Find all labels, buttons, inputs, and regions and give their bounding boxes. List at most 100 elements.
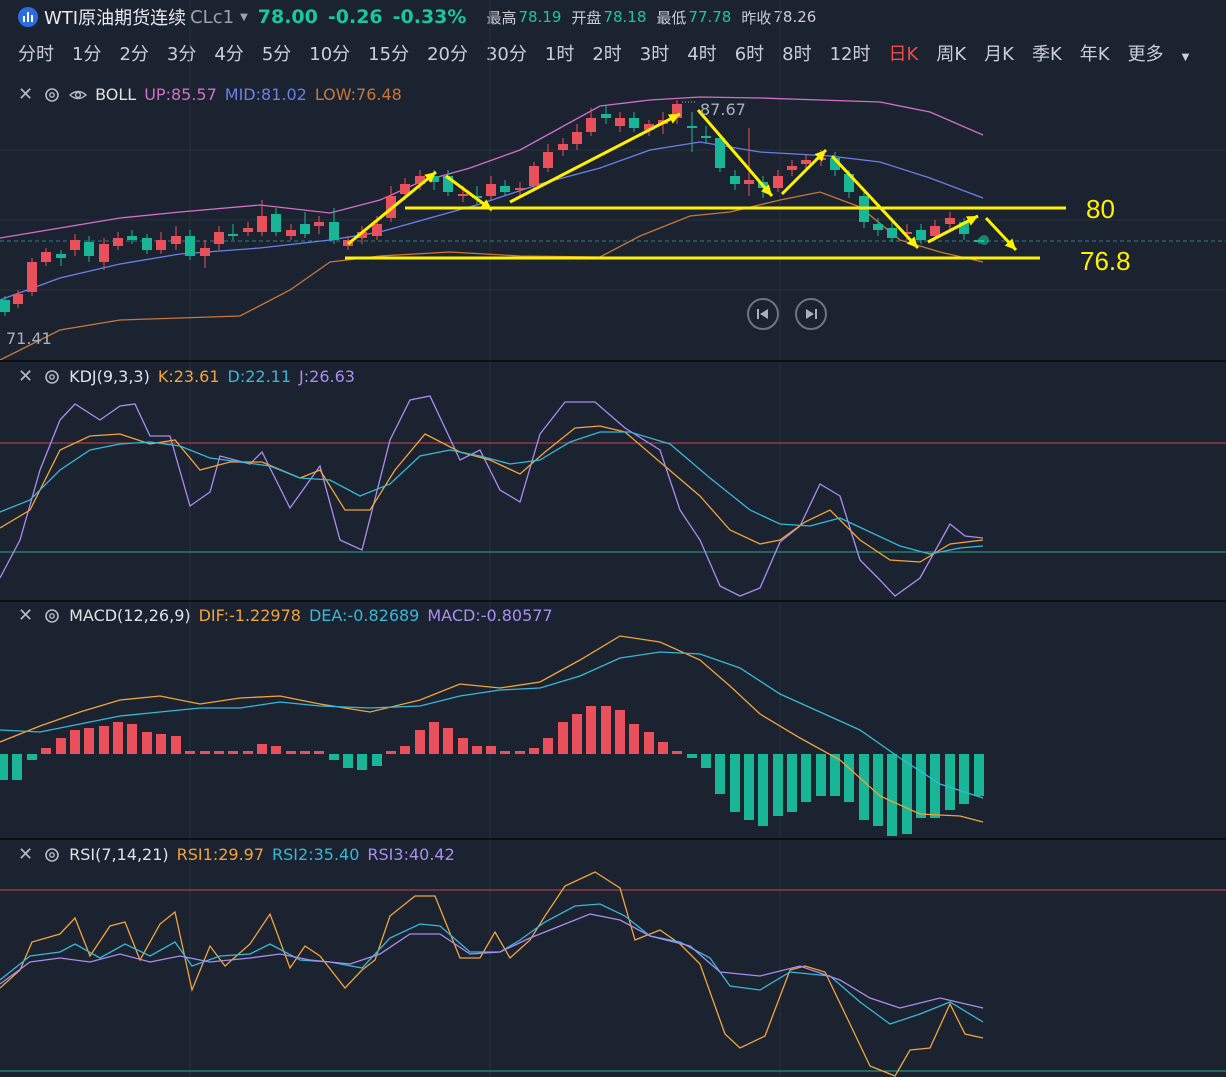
macd-histogram-bar	[357, 754, 367, 770]
eye-icon[interactable]	[69, 86, 88, 104]
macd-histogram-bar	[715, 754, 725, 794]
candle-body	[27, 262, 37, 292]
candle-body	[214, 232, 224, 244]
candle-body	[300, 224, 310, 234]
candle-body	[586, 118, 596, 132]
macd-histogram-bar	[500, 751, 510, 754]
close-icon[interactable]: ✕	[18, 844, 33, 865]
close-icon[interactable]: ✕	[18, 84, 33, 105]
candle-body	[916, 230, 926, 240]
candle-body	[515, 188, 525, 190]
close-icon[interactable]: ✕	[18, 605, 33, 626]
chart-canvas[interactable]	[0, 0, 1226, 1077]
candle-body	[787, 166, 797, 170]
macd-histogram-bar	[801, 754, 811, 802]
candle-body	[257, 216, 267, 232]
macd-histogram-bar	[185, 751, 195, 754]
macd-histogram-bar	[758, 754, 768, 826]
macd-histogram-bar	[744, 754, 754, 820]
macd-histogram-bar	[27, 754, 37, 760]
rsi-1-line	[0, 871, 984, 1077]
kdj-j-line	[0, 395, 984, 597]
candle-body	[801, 160, 811, 164]
candle-body	[286, 230, 296, 236]
candle-body	[113, 238, 123, 246]
annotation-level-80: 80	[1086, 194, 1115, 224]
macd-histogram-bar	[300, 751, 310, 754]
macd-histogram-bar	[730, 754, 740, 812]
macd-histogram-bar	[701, 754, 711, 768]
gear-icon[interactable]	[43, 86, 61, 104]
kdj-d-value: D:22.11	[227, 367, 292, 386]
macd-histogram-bar	[945, 754, 955, 810]
macd-histogram-bar	[472, 746, 482, 754]
macd-histogram-bar	[916, 754, 926, 818]
candle-body	[572, 132, 582, 144]
panel-divider[interactable]	[0, 360, 1226, 362]
macd-histogram-bar	[859, 754, 869, 820]
kdj-j-value: J:26.63	[299, 367, 355, 386]
macd-histogram-bar	[243, 751, 253, 754]
macd-lines	[0, 635, 984, 836]
macd-histogram-bar	[415, 730, 425, 754]
macd-histogram-bar	[629, 724, 639, 754]
boll-mid-value: MID:81.02	[224, 85, 307, 104]
scroll-back-button[interactable]	[747, 298, 779, 330]
macd-histogram-bar	[429, 722, 439, 754]
annotation-level-76-8: 76.8	[1080, 246, 1131, 276]
macd-histogram-bar	[443, 728, 453, 754]
macd-histogram-bar	[644, 732, 654, 754]
macd-histogram-bar	[902, 754, 912, 834]
macd-title: MACD(12,26,9)	[69, 606, 191, 625]
skip-forward-icon	[806, 309, 817, 319]
candle-body	[56, 254, 66, 258]
candle-body	[400, 184, 410, 194]
candle-body	[701, 136, 711, 138]
macd-histogram-bar	[816, 754, 826, 796]
macd-histogram-bar	[314, 751, 324, 754]
scroll-forward-button[interactable]	[795, 298, 827, 330]
macd-dif-value: DIF:-1.22978	[198, 606, 301, 625]
candle-body	[185, 236, 195, 256]
macd-histogram-bar	[543, 738, 553, 754]
close-icon[interactable]: ✕	[18, 366, 33, 387]
macd-legend: ✕ MACD(12,26,9) DIF:-1.22978 DEA:-0.8268…	[18, 605, 561, 626]
macd-histogram-bar	[787, 754, 797, 812]
macd-histogram-bar	[0, 754, 8, 780]
candle-body	[773, 176, 783, 188]
candle-body	[715, 138, 725, 168]
boll-title: BOLL	[95, 85, 137, 104]
candle-body	[156, 240, 166, 250]
gear-icon[interactable]	[43, 607, 61, 625]
candle-body	[372, 224, 382, 236]
candle-body	[687, 126, 697, 128]
kdj-title: KDJ(9,3,3)	[69, 367, 150, 386]
macd-histogram-bar	[113, 722, 123, 754]
macd-histogram-bar	[12, 754, 22, 780]
candle-body	[558, 144, 568, 150]
macd-histogram-bar	[830, 754, 840, 796]
candle-body	[127, 236, 137, 240]
candle-body	[70, 240, 80, 250]
candle-body	[629, 118, 639, 128]
macd-histogram-bar	[257, 744, 267, 754]
candle-body	[99, 244, 109, 262]
macd-histogram-bar	[586, 706, 596, 754]
macd-histogram-bar	[672, 751, 682, 754]
candle-body	[601, 114, 611, 118]
macd-histogram-bar	[458, 738, 468, 754]
macd-histogram-bar	[400, 746, 410, 754]
rsi-1-value: RSI1:29.97	[176, 845, 265, 864]
candle-body	[500, 186, 510, 192]
candle-body	[0, 300, 10, 312]
panel-divider[interactable]	[0, 838, 1226, 840]
macd-dea-value: DEA:-0.82689	[308, 606, 420, 625]
gear-icon[interactable]	[43, 368, 61, 386]
gear-icon[interactable]	[43, 846, 61, 864]
macd-histogram-bar	[601, 706, 611, 754]
macd-histogram-bar	[529, 748, 539, 754]
candle-body	[730, 176, 740, 184]
macd-histogram-bar	[84, 728, 94, 754]
panel-divider[interactable]	[0, 600, 1226, 602]
macd-histogram-bar	[572, 714, 582, 754]
